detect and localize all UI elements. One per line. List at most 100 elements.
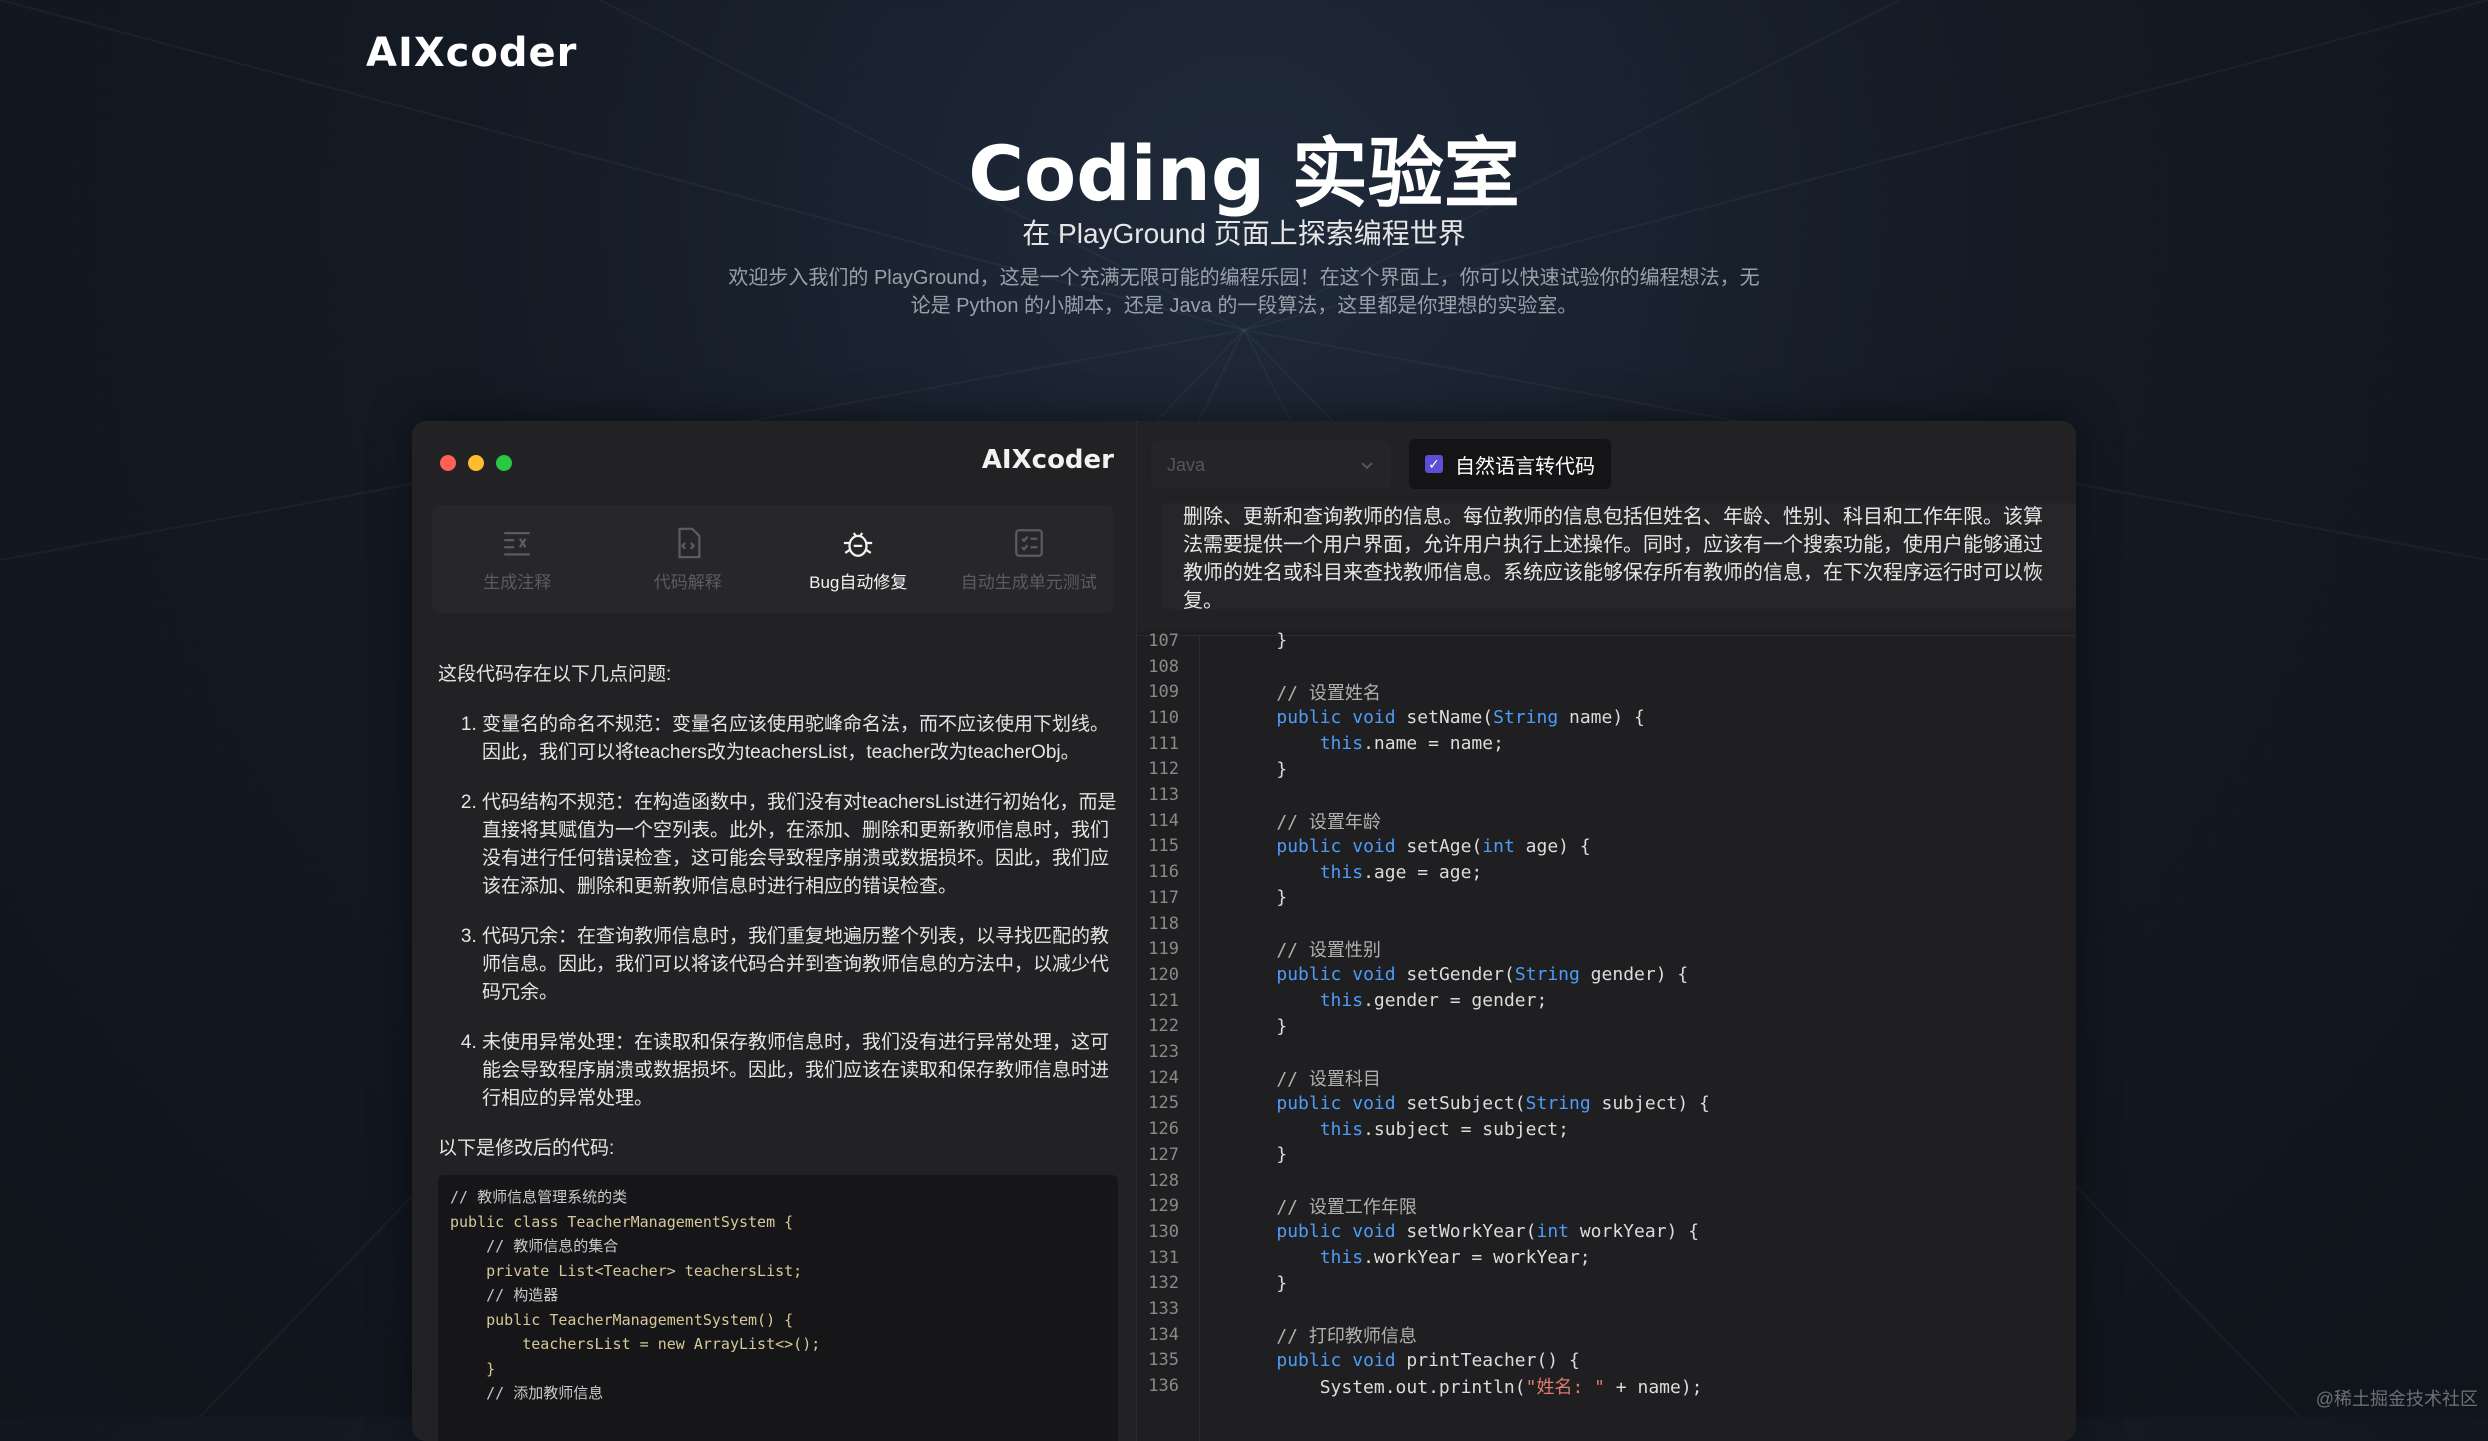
- editor-line: 124 // 设置科目: [1137, 1065, 2076, 1091]
- playground-window: AIXcoder 生成注释 代码解释 Bug自动修复 自动生成单元测试 这段代码…: [412, 421, 2076, 1441]
- editor-line: 112 }: [1137, 757, 2076, 783]
- bug-icon: [844, 531, 873, 557]
- line-number: 115: [1148, 836, 1179, 857]
- line-number: 121: [1148, 990, 1179, 1011]
- line-number: 112: [1148, 759, 1179, 780]
- editor-line: 133: [1137, 1296, 2076, 1322]
- line-number: 110: [1148, 707, 1179, 728]
- right-panel: Java ✓ 自然语言转代码 删除、更新和查询教师的信息。每位教师的信息包括但姓…: [1136, 421, 2076, 1441]
- toggle-label: 自然语言转代码: [1455, 455, 1595, 478]
- code-line: // 教师信息管理系统的类: [450, 1188, 628, 1206]
- tab-label: 生成注释: [483, 572, 552, 592]
- line-number: 132: [1148, 1273, 1179, 1294]
- code-text: }: [1233, 758, 1288, 780]
- tab-generate-comments[interactable]: 生成注释: [432, 505, 603, 613]
- code-text: public void setWorkYear(int workYear) {: [1276, 1221, 1700, 1243]
- editor-line: 114 // 设置年龄: [1137, 808, 2076, 834]
- code-text: this.gender = gender;: [1319, 990, 1548, 1012]
- line-number: 109: [1148, 682, 1179, 703]
- line-number: 107: [1148, 630, 1179, 651]
- code-text: }: [1233, 630, 1288, 652]
- tab-code-explain[interactable]: 代码解释: [603, 505, 774, 613]
- editor-line: 108: [1137, 654, 2076, 680]
- code-intro: 以下是修改后的代码:: [438, 1138, 615, 1159]
- issue-item: 代码冗余：在查询教师信息时，我们重复地遍历整个列表，以寻找匹配的教师信息。因此，…: [482, 923, 1118, 1007]
- tab-label: Bug自动修复: [809, 572, 908, 592]
- editor-line: 134 // 打印教师信息: [1137, 1322, 2076, 1348]
- result-intro: 这段代码存在以下几点问题:: [438, 664, 672, 685]
- nl-to-code-toggle[interactable]: ✓ 自然语言转代码: [1409, 439, 1611, 489]
- line-number: 114: [1148, 810, 1179, 831]
- code-text: this.workYear = workYear;: [1319, 1247, 1591, 1269]
- minimize-dot[interactable]: [468, 455, 484, 471]
- line-number: 131: [1148, 1247, 1179, 1268]
- editor-line: 129 // 设置工作年限: [1137, 1193, 2076, 1219]
- editor-line: 118: [1137, 911, 2076, 937]
- editor-line: 123: [1137, 1039, 2076, 1065]
- line-number: 123: [1148, 1042, 1179, 1063]
- editor-line: 109 // 设置姓名: [1137, 679, 2076, 705]
- checklist-icon: [1014, 528, 1043, 557]
- editor-line: 125 public void setSubject(String subjec…: [1137, 1091, 2076, 1117]
- code-text: }: [1233, 1144, 1288, 1166]
- line-number: 113: [1148, 785, 1179, 806]
- app-logo: AIXcoder: [981, 445, 1114, 475]
- code-text: // 设置科目: [1233, 1068, 1381, 1090]
- line-number: 135: [1148, 1350, 1179, 1371]
- code-file-icon: [678, 527, 701, 558]
- code-text: }: [1233, 1272, 1288, 1294]
- code-text: public void setAge(int age) {: [1276, 835, 1591, 857]
- code-line: }: [450, 1359, 496, 1378]
- code-line: public class TeacherManagementSystem {: [450, 1212, 794, 1231]
- page-subtitle: 在 PlayGround 页面上探索编程世界: [1022, 218, 1466, 249]
- checkbox-checked-icon[interactable]: ✓: [1425, 455, 1443, 473]
- issue-item: 变量名的命名不规范：变量名应该使用驼峰命名法，而不应该使用下划线。因此，我们可以…: [482, 711, 1118, 767]
- code-line: // 教师信息的集合: [450, 1237, 619, 1255]
- code-line: teachersList = new ArrayList<>();: [450, 1335, 821, 1353]
- line-number: 119: [1148, 939, 1179, 960]
- line-number: 124: [1148, 1067, 1179, 1088]
- page-description: 欢迎步入我们的 PlayGround，这是一个充满无限可能的编程乐园！在这个界面…: [728, 267, 1760, 317]
- editor-line: 135 public void printTeacher() {: [1137, 1348, 2076, 1374]
- line-number: 108: [1148, 656, 1179, 677]
- line-number: 116: [1148, 862, 1179, 883]
- editor-line: 115 public void setAge(int age) {: [1137, 834, 2076, 860]
- line-number: 111: [1148, 733, 1179, 754]
- editor-line: 116 this.age = age;: [1137, 859, 2076, 885]
- code-text: }: [1233, 1015, 1288, 1037]
- line-number: 136: [1148, 1376, 1179, 1397]
- editor-line: 128: [1137, 1168, 2076, 1194]
- editor-line: 127 }: [1137, 1142, 2076, 1168]
- editor-line: 132 }: [1137, 1271, 2076, 1297]
- line-number: 125: [1148, 1093, 1179, 1114]
- code-line: public TeacherManagementSystem() {: [450, 1310, 794, 1329]
- tab-bug-fix[interactable]: Bug自动修复: [773, 505, 944, 613]
- editor-line: 120 public void setGender(String gender)…: [1137, 962, 2076, 988]
- tab-label: 自动生成单元测试: [960, 572, 1097, 592]
- issue-item: 代码结构不规范：在构造函数中，我们没有对teachersList进行初始化，而是…: [482, 789, 1118, 901]
- fixed-code-block[interactable]: // 教师信息管理系统的类 public class TeacherManagem…: [438, 1175, 1118, 1441]
- code-line: private List<Teacher> teachersList;: [450, 1261, 803, 1280]
- editor-line: 119 // 设置性别: [1137, 936, 2076, 962]
- line-number: 130: [1148, 1221, 1179, 1242]
- left-panel: AIXcoder 生成注释 代码解释 Bug自动修复 自动生成单元测试 这段代码…: [412, 421, 1136, 1441]
- editor-line: 107 }: [1137, 628, 2076, 654]
- editor-line: 136 System.out.println("姓名: " + name);: [1137, 1373, 2076, 1399]
- language-select[interactable]: Java: [1151, 441, 1391, 489]
- line-number: 120: [1148, 964, 1179, 985]
- close-dot[interactable]: [440, 455, 456, 471]
- code-editor[interactable]: 107 } 108 109 // 设置姓名 110 public void setNa…: [1137, 630, 2076, 1441]
- code-text: }: [1233, 887, 1288, 909]
- watermark: @稀土掘金技术社区: [2315, 1389, 2478, 1409]
- chevron-down-icon: [1361, 462, 1373, 470]
- issue-item: 未使用异常处理：在读取和保存教师信息时，我们没有进行异常处理，这可能会导致程序崩…: [482, 1029, 1118, 1113]
- line-number: 134: [1148, 1324, 1179, 1345]
- issue-list: 变量名的命名不规范：变量名应该使用驼峰命名法，而不应该使用下划线。因此，我们可以…: [438, 711, 1118, 1113]
- brand-logo[interactable]: AIXcoder: [366, 30, 577, 76]
- tab-unit-test[interactable]: 自动生成单元测试: [944, 505, 1115, 613]
- code-text: public void setSubject(String subject) {: [1276, 1092, 1710, 1114]
- feature-tabs: 生成注释 代码解释 Bug自动修复 自动生成单元测试: [432, 505, 1114, 613]
- maximize-dot[interactable]: [496, 455, 512, 471]
- nl-prompt-input[interactable]: 删除、更新和查询教师的信息。每位教师的信息包括但姓名、年龄、性别、科目和工作年限…: [1161, 503, 2076, 609]
- code-text: // 打印教师信息: [1233, 1325, 1417, 1347]
